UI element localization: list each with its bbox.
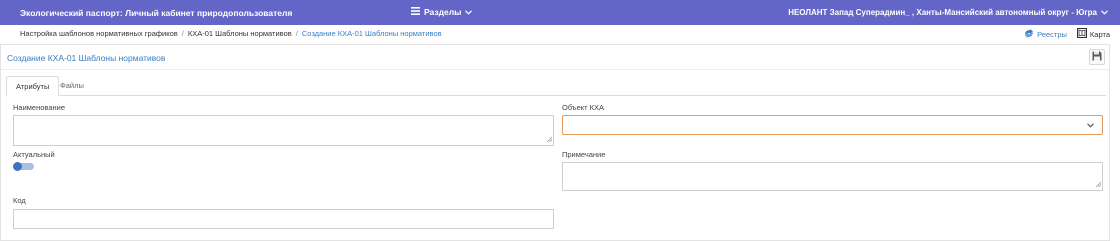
breadcrumb-separator: / bbox=[295, 29, 298, 38]
save-icon bbox=[1092, 51, 1102, 63]
chevron-down-icon bbox=[465, 7, 473, 17]
top-navbar: Экологический паспорт: Личный кабинет пр… bbox=[0, 0, 1120, 25]
map-button[interactable]: Карта bbox=[1076, 28, 1110, 40]
active-label: Актуальный bbox=[13, 150, 55, 159]
form-panel: Создание КХА-01 Шаблоны нормативов Атриб… bbox=[0, 44, 1110, 241]
app-title[interactable]: Экологический паспорт: Личный кабинет пр… bbox=[20, 8, 292, 18]
registries-button[interactable]: Реестры bbox=[1024, 28, 1067, 40]
breadcrumb-current: Создание КХА-01 Шаблоны нормативов bbox=[301, 29, 442, 38]
panel-header: Создание КХА-01 Шаблоны нормативов bbox=[1, 45, 1109, 70]
chevron-down-icon bbox=[1101, 8, 1108, 17]
sections-label: Разделы bbox=[424, 7, 462, 17]
kha-object-select[interactable] bbox=[562, 115, 1103, 135]
user-menu[interactable]: НЕОЛАНТ Запад Суперадмин_ , Ханты-Мансий… bbox=[788, 8, 1108, 17]
menu-icon bbox=[411, 7, 420, 17]
toggle-knob bbox=[13, 162, 22, 171]
page-title: Создание КХА-01 Шаблоны нормативов bbox=[7, 53, 166, 63]
resize-handle-icon[interactable] bbox=[1095, 180, 1102, 189]
breadcrumb-separator: / bbox=[181, 29, 184, 38]
registries-icon bbox=[1024, 28, 1034, 40]
tab-bar: Атрибуты Файлы bbox=[6, 76, 1106, 96]
kha-object-label: Объект КХА bbox=[562, 103, 604, 112]
map-label: Карта bbox=[1089, 29, 1110, 39]
sections-menu-button[interactable]: Разделы bbox=[411, 7, 473, 17]
chevron-down-icon bbox=[1087, 121, 1094, 130]
registries-label: Реестры bbox=[1037, 29, 1067, 39]
top-actions: Реестры Карта bbox=[1024, 28, 1110, 40]
tab-files[interactable]: Файлы bbox=[51, 76, 93, 96]
breadcrumb-item[interactable]: Настройка шаблонов нормативных графиков bbox=[20, 29, 178, 38]
active-toggle[interactable] bbox=[13, 162, 34, 171]
breadcrumb-item[interactable]: КХА-01 Шаблоны нормативов bbox=[188, 29, 292, 38]
breadcrumb: Настройка шаблонов нормативных графиков … bbox=[20, 29, 442, 38]
user-info-label: НЕОЛАНТ Запад Суперадмин_ , Ханты-Мансий… bbox=[788, 8, 1097, 17]
note-label: Примечание bbox=[562, 150, 606, 159]
resize-handle-icon[interactable] bbox=[546, 135, 553, 144]
save-button[interactable] bbox=[1089, 49, 1105, 65]
map-icon bbox=[1076, 28, 1087, 40]
code-field[interactable] bbox=[13, 209, 554, 229]
name-field[interactable] bbox=[13, 115, 554, 146]
name-label: Наименование bbox=[13, 103, 65, 112]
breadcrumb-bar: Настройка шаблонов нормативных графиков … bbox=[0, 25, 1120, 42]
note-field[interactable] bbox=[562, 162, 1103, 191]
code-label: Код bbox=[13, 196, 26, 205]
